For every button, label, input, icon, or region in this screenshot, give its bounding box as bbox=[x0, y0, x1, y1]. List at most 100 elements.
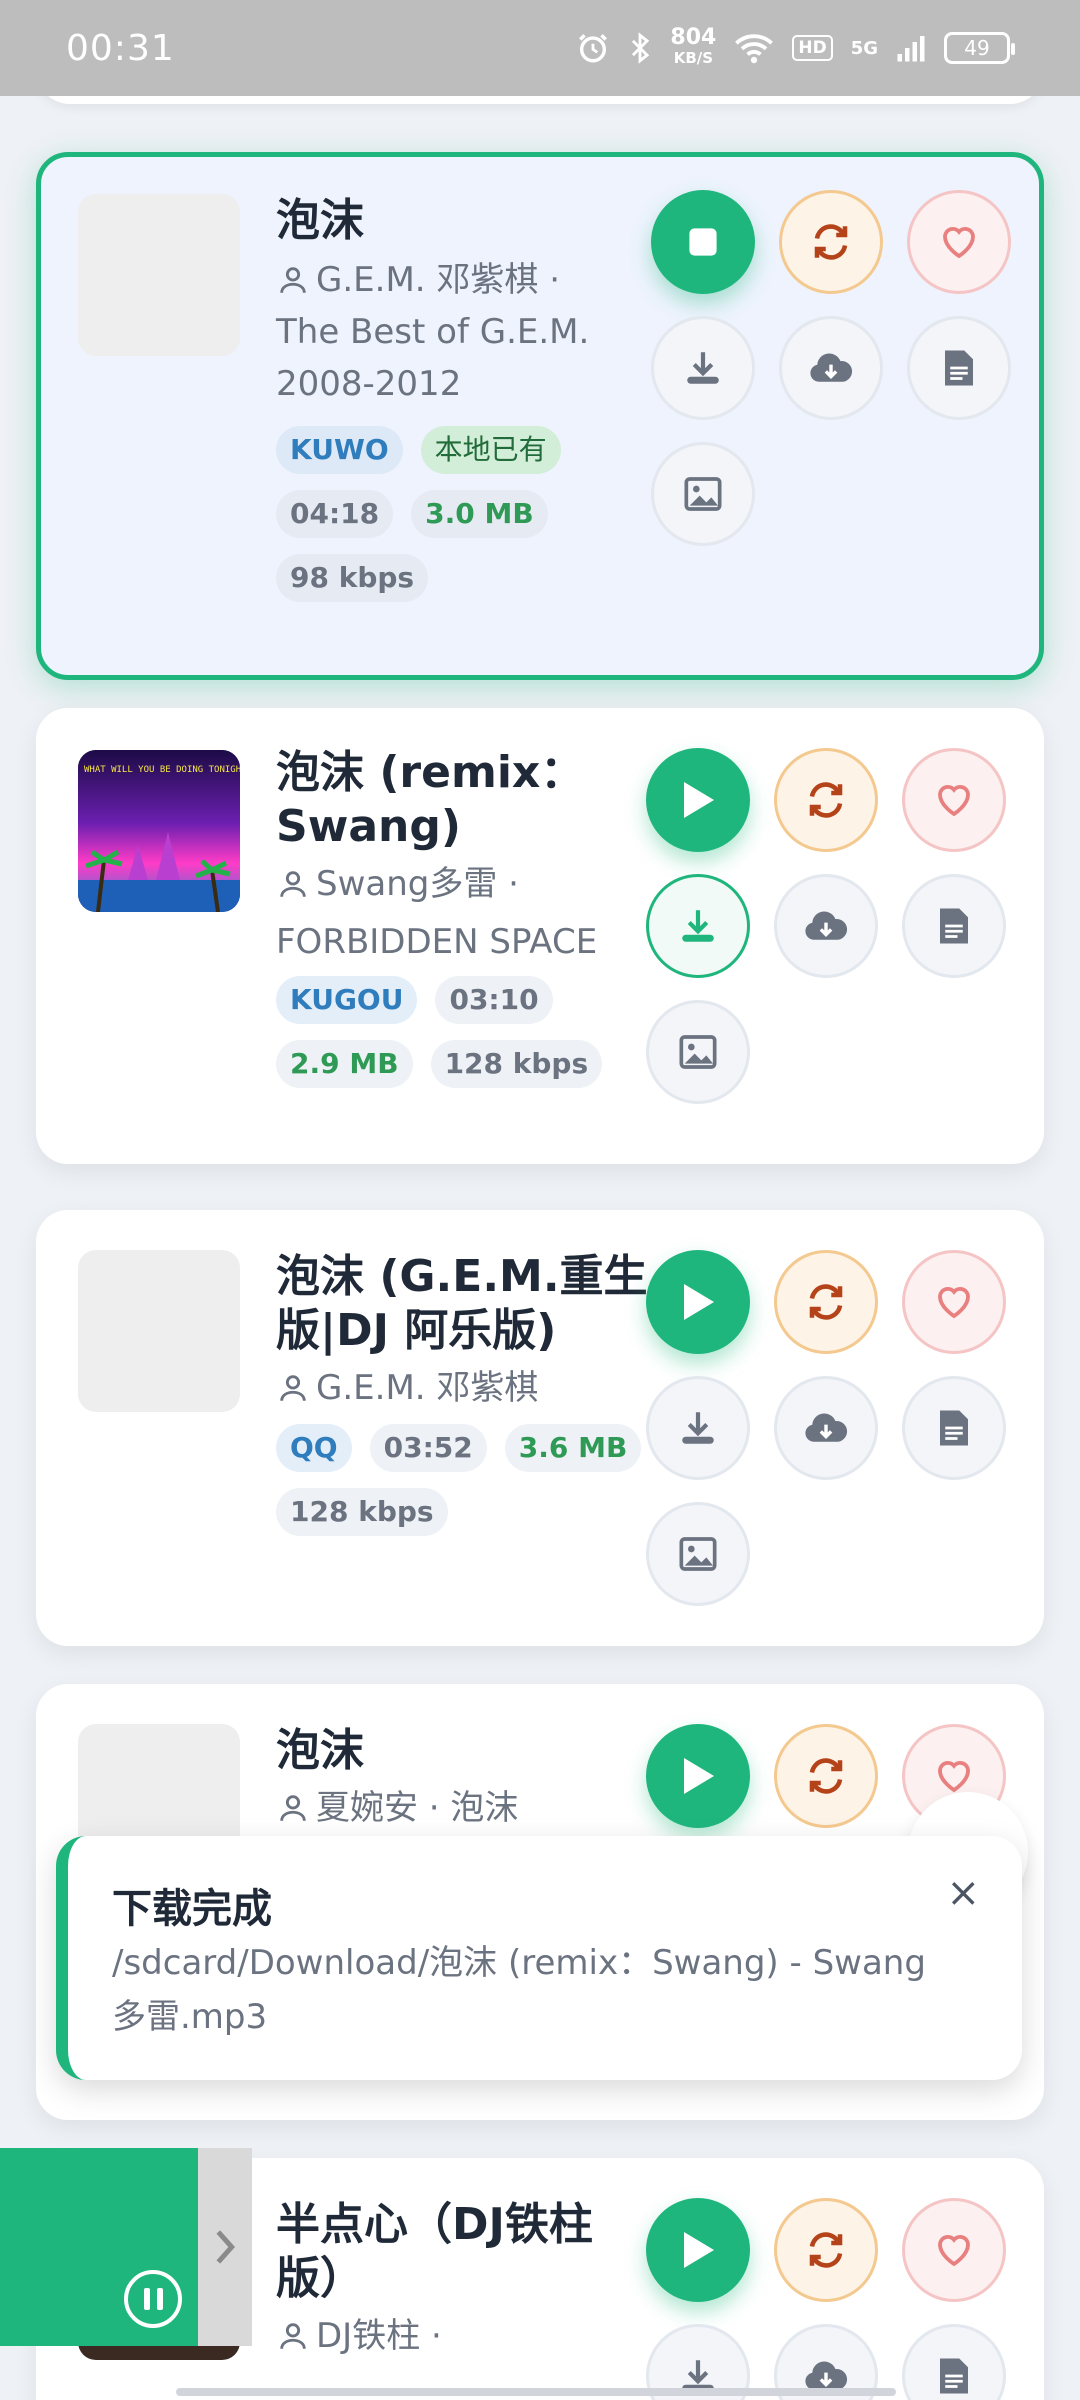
artist-line: Swang多雷 · bbox=[276, 858, 656, 910]
artist-line: G.E.M. 邓紫棋 · bbox=[276, 254, 656, 306]
song-artist: Swang多雷 · bbox=[316, 864, 519, 904]
refresh-button[interactable] bbox=[774, 1724, 878, 1828]
cover-placeholder bbox=[78, 1250, 240, 1412]
chevron-right-icon bbox=[216, 2230, 236, 2264]
refresh-button[interactable] bbox=[774, 748, 878, 852]
play-button[interactable] bbox=[646, 1724, 750, 1828]
cover-button[interactable] bbox=[646, 1502, 750, 1606]
song-artist: G.E.M. 邓紫棋 · bbox=[316, 260, 561, 300]
heart-icon bbox=[938, 785, 970, 817]
duration-tag: 03:52 bbox=[369, 1424, 487, 1472]
refresh-button[interactable] bbox=[774, 1250, 878, 1354]
heart-icon bbox=[943, 227, 975, 259]
image-icon bbox=[684, 477, 722, 511]
song-title: 半点心（DJ铁柱版） bbox=[276, 2199, 593, 2304]
song-card[interactable]: 泡沫 (G.E.M.重生版|DJ 阿乐版) G.E.M. 邓紫棋 QQ 03:5… bbox=[36, 1210, 1044, 1646]
source-tag: KUGOU bbox=[276, 976, 418, 1024]
user-icon bbox=[280, 267, 306, 293]
stop-button[interactable] bbox=[651, 190, 755, 294]
album-art-text: WHAT WILL YOU BE DOING TONIGHT ? bbox=[84, 765, 240, 775]
source-tag: KUWO bbox=[276, 426, 403, 474]
local-tag: 本地已有 bbox=[420, 426, 561, 474]
lyrics-button[interactable] bbox=[902, 2324, 1006, 2400]
cloud-download-button[interactable] bbox=[774, 1376, 878, 1480]
lyrics-button[interactable] bbox=[907, 316, 1011, 420]
download-icon bbox=[682, 1412, 714, 1444]
refresh-button[interactable] bbox=[774, 2198, 878, 2302]
bitrate-tag: 128 kbps bbox=[430, 1040, 603, 1088]
lyrics-button[interactable] bbox=[902, 1376, 1006, 1480]
album-art-image: WHAT WILL YOU BE DOING TONIGHT ? bbox=[78, 750, 240, 912]
play-button[interactable] bbox=[646, 748, 750, 852]
song-title: 泡沫 bbox=[276, 1725, 364, 1776]
heart-icon bbox=[938, 2235, 970, 2267]
mini-player-panel[interactable] bbox=[0, 2148, 198, 2346]
size-tag: 3.0 MB bbox=[411, 490, 548, 538]
image-icon bbox=[679, 1537, 717, 1571]
battery-icon: 49 bbox=[944, 32, 1015, 64]
bitrate-tag: 128 kbps bbox=[276, 1488, 448, 1536]
cloud-download-button[interactable] bbox=[779, 316, 883, 420]
download-button[interactable] bbox=[646, 874, 750, 978]
user-icon bbox=[280, 871, 306, 897]
duration-tag: 03:10 bbox=[435, 976, 553, 1024]
download-complete-toast: 下载完成 /sdcard/Download/泡沫 (remix：Swang) -… bbox=[56, 1836, 1022, 2080]
toast-title: 下载完成 bbox=[112, 1886, 272, 1932]
stop-icon bbox=[689, 228, 717, 256]
refresh-icon bbox=[814, 224, 848, 260]
mini-player[interactable] bbox=[0, 2148, 252, 2346]
expand-button[interactable] bbox=[198, 2148, 252, 2346]
refresh-icon bbox=[809, 1758, 843, 1794]
song-card[interactable]: WHAT WILL YOU BE DOING TONIGHT ? 泡沫 (rem… bbox=[36, 708, 1044, 1164]
play-icon bbox=[684, 2232, 714, 2268]
favorite-button[interactable] bbox=[902, 748, 1006, 852]
cloud-download-icon bbox=[810, 353, 853, 382]
play-button[interactable] bbox=[646, 2198, 750, 2302]
document-icon bbox=[940, 1410, 968, 1446]
favorite-button[interactable] bbox=[902, 1250, 1006, 1354]
heart-icon bbox=[938, 1761, 970, 1793]
horizontal-scrollbar[interactable] bbox=[176, 2388, 896, 2396]
bluetooth-icon bbox=[632, 32, 650, 64]
lyrics-button[interactable] bbox=[902, 874, 1006, 978]
toast-message: /sdcard/Download/泡沫 (remix：Swang) - Swan… bbox=[112, 1943, 926, 2037]
cloud-download-button[interactable] bbox=[774, 874, 878, 978]
cover-button[interactable] bbox=[651, 442, 755, 546]
signal-5g: 5G bbox=[850, 37, 878, 59]
close-icon[interactable]: × bbox=[946, 1870, 980, 1916]
favorite-button[interactable] bbox=[907, 190, 1011, 294]
wifi-icon bbox=[735, 34, 774, 64]
song-artist: DJ铁柱 · bbox=[316, 2316, 442, 2356]
cloud-download-icon bbox=[805, 911, 848, 940]
refresh-icon bbox=[809, 1284, 843, 1320]
user-icon bbox=[280, 1375, 306, 1401]
song-album: The Best of G.E.M. 2008-2012 bbox=[276, 312, 590, 404]
document-icon bbox=[940, 908, 968, 944]
heart-icon bbox=[938, 1287, 970, 1319]
play-icon bbox=[684, 1284, 714, 1320]
album-cover: WHAT WILL YOU BE DOING TONIGHT ? bbox=[78, 750, 240, 912]
download-icon bbox=[682, 910, 714, 942]
duration-tag: 04:18 bbox=[276, 490, 394, 538]
refresh-button[interactable] bbox=[779, 190, 883, 294]
signal-bars-icon bbox=[897, 36, 925, 62]
size-tag: 3.6 MB bbox=[504, 1424, 642, 1472]
download-icon bbox=[687, 352, 719, 384]
favorite-button[interactable] bbox=[902, 2198, 1006, 2302]
song-title: 泡沫 (remix：Swang) bbox=[276, 747, 585, 852]
download-button[interactable] bbox=[651, 316, 755, 420]
song-artist: 夏婉安 · 泡沫 bbox=[316, 1788, 519, 1828]
cloud-download-icon bbox=[805, 1413, 848, 1442]
download-button[interactable] bbox=[646, 1376, 750, 1480]
play-icon bbox=[684, 1758, 714, 1794]
size-tag: 2.9 MB bbox=[276, 1040, 413, 1088]
song-card[interactable]: 泡沫 G.E.M. 邓紫棋 · The Best of G.E.M. 2008-… bbox=[36, 152, 1044, 680]
song-title: 泡沫 bbox=[276, 195, 364, 246]
document-icon bbox=[940, 2358, 968, 2394]
cover-button[interactable] bbox=[646, 1000, 750, 1104]
user-icon bbox=[280, 1795, 306, 1821]
image-icon bbox=[679, 1035, 717, 1069]
pause-icon[interactable] bbox=[124, 2270, 182, 2328]
play-button[interactable] bbox=[646, 1250, 750, 1354]
song-artist: G.E.M. 邓紫棋 bbox=[316, 1368, 539, 1408]
